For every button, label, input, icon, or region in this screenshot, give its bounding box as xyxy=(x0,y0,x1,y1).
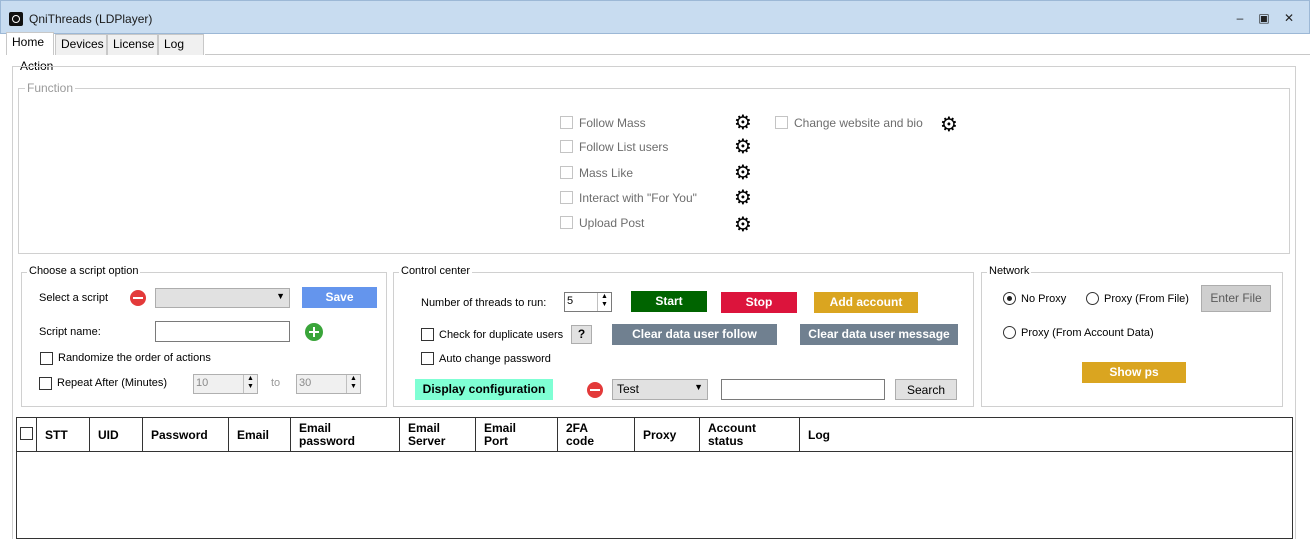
randomize-checkbox[interactable] xyxy=(40,352,53,368)
repeat-after-label: Repeat After (Minutes) xyxy=(57,377,168,389)
table-header: STT UID Password Email Email password Em… xyxy=(17,418,1292,452)
upload-post-settings-gear-icon[interactable]: ⚙ xyxy=(734,215,752,235)
column-header-proxy[interactable]: Proxy xyxy=(635,418,700,452)
to-label: to xyxy=(271,377,281,389)
network-label: Network xyxy=(987,265,1032,277)
script-select[interactable]: ▼ xyxy=(155,288,290,308)
auto-change-password-label: Auto change password xyxy=(439,353,551,365)
chevron-down-icon: ▼ xyxy=(694,382,703,392)
clear-follow-button[interactable]: Clear data user follow xyxy=(612,324,777,345)
proxy-from-account-label: Proxy (From Account Data) xyxy=(1021,327,1154,339)
interact-for-you-settings-gear-icon[interactable]: ⚙ xyxy=(734,188,752,208)
column-header-email-port[interactable]: Email Port xyxy=(476,418,558,452)
repeat-to-value: 30 xyxy=(299,377,312,389)
config-select-value: Test xyxy=(617,382,640,396)
tab-log[interactable]: Log xyxy=(158,34,204,55)
function-group xyxy=(18,88,1290,254)
column-header-2fa-code[interactable]: 2FA code xyxy=(558,418,635,452)
show-ps-button[interactable]: Show ps xyxy=(1082,362,1186,383)
spin-arrows-icon: ▲ ▼ xyxy=(346,375,360,393)
repeat-from-value: 10 xyxy=(196,377,209,389)
column-header-email[interactable]: Email xyxy=(229,418,291,452)
script-name-input[interactable] xyxy=(155,321,290,342)
search-button[interactable]: Search xyxy=(895,379,957,400)
follow-list-users-label: Follow List users xyxy=(579,140,669,154)
change-website-bio-checkbox[interactable] xyxy=(775,116,788,132)
select-script-label: Select a script xyxy=(39,292,109,304)
chevron-down-icon: ▼ xyxy=(276,291,285,301)
repeat-to-stepper[interactable]: 30 ▲ ▼ xyxy=(296,374,361,394)
close-icon[interactable]: ✕ xyxy=(1282,12,1296,26)
column-header-uid[interactable]: UID xyxy=(90,418,143,452)
tab-home[interactable]: Home xyxy=(6,32,54,55)
follow-mass-settings-gear-icon[interactable]: ⚙ xyxy=(734,113,752,133)
threads-label: Number of threads to run: xyxy=(421,297,547,309)
threads-value: 5 xyxy=(567,295,574,307)
clear-message-button[interactable]: Clear data user message xyxy=(800,324,958,345)
select-all-checkbox[interactable] xyxy=(17,418,37,452)
script-name-label: Script name: xyxy=(39,326,101,338)
proxy-from-account-radio[interactable] xyxy=(1003,326,1016,339)
title-bar: QniThreads (LDPlayer) – ▣ ✕ xyxy=(0,0,1310,34)
follow-mass-checkbox[interactable] xyxy=(560,116,573,132)
minimize-icon[interactable]: – xyxy=(1233,12,1247,26)
add-script-icon[interactable] xyxy=(305,323,323,341)
enter-file-button[interactable]: Enter File xyxy=(1201,285,1271,312)
change-website-bio-label: Change website and bio xyxy=(794,116,923,130)
tab-devices[interactable]: Devices xyxy=(55,34,107,55)
remove-config-icon[interactable] xyxy=(587,382,603,398)
interact-for-you-label: Interact with "For You" xyxy=(579,191,697,205)
spin-arrows-icon: ▲ ▼ xyxy=(243,375,257,393)
follow-mass-label: Follow Mass xyxy=(579,116,646,130)
randomize-label: Randomize the order of actions xyxy=(58,352,211,364)
mass-like-label: Mass Like xyxy=(579,166,634,180)
column-header-email-password[interactable]: Email password xyxy=(291,418,400,452)
add-account-button[interactable]: Add account xyxy=(814,292,918,313)
upload-post-checkbox[interactable] xyxy=(560,216,573,232)
maximize-icon[interactable]: ▣ xyxy=(1257,12,1271,26)
help-button[interactable]: ? xyxy=(571,325,592,344)
follow-list-users-checkbox[interactable] xyxy=(560,140,573,156)
accounts-table[interactable]: STT UID Password Email Email password Em… xyxy=(16,417,1293,539)
no-proxy-radio[interactable] xyxy=(1003,292,1016,305)
stop-button[interactable]: Stop xyxy=(721,292,797,313)
search-input[interactable] xyxy=(721,379,885,400)
change-website-bio-settings-gear-icon[interactable]: ⚙ xyxy=(940,115,958,135)
start-button[interactable]: Start xyxy=(631,291,707,312)
save-button[interactable]: Save xyxy=(302,287,377,308)
window-title: QniThreads (LDPlayer) xyxy=(29,12,153,26)
proxy-from-file-label: Proxy (From File) xyxy=(1104,293,1189,305)
spin-arrows-icon: ▲ ▼ xyxy=(597,293,611,311)
control-center-label: Control center xyxy=(399,265,473,277)
proxy-from-file-radio[interactable] xyxy=(1086,292,1099,305)
check-duplicate-checkbox[interactable] xyxy=(421,328,434,344)
auto-change-password-checkbox[interactable] xyxy=(421,352,434,368)
tab-strip-line xyxy=(205,54,1310,55)
threads-stepper[interactable]: 5 ▲ ▼ xyxy=(564,292,612,312)
repeat-after-checkbox[interactable] xyxy=(39,377,52,393)
config-select[interactable]: Test ▼ xyxy=(612,379,708,400)
interact-for-you-checkbox[interactable] xyxy=(560,191,573,207)
check-duplicate-label: Check for duplicate users xyxy=(439,329,564,341)
mass-like-settings-gear-icon[interactable]: ⚙ xyxy=(734,163,752,183)
repeat-from-stepper[interactable]: 10 ▲ ▼ xyxy=(193,374,258,394)
follow-list-users-settings-gear-icon[interactable]: ⚙ xyxy=(734,137,752,157)
column-header-account-status[interactable]: Account status xyxy=(700,418,800,452)
remove-script-icon[interactable] xyxy=(130,290,146,306)
mass-like-checkbox[interactable] xyxy=(560,166,573,182)
no-proxy-label: No Proxy xyxy=(1021,293,1067,305)
upload-post-label: Upload Post xyxy=(579,216,645,230)
function-label: Function xyxy=(25,81,76,95)
column-header-email-server[interactable]: Email Server xyxy=(400,418,476,452)
app-icon xyxy=(9,12,23,26)
tab-license[interactable]: License xyxy=(107,34,158,55)
column-header-password[interactable]: Password xyxy=(143,418,229,452)
display-configuration-button[interactable]: Display configuration xyxy=(415,379,553,400)
script-option-label: Choose a script option xyxy=(27,265,141,277)
column-header-log[interactable]: Log xyxy=(800,418,1292,452)
tab-bar: Home Devices License Log xyxy=(0,32,1310,55)
column-header-stt[interactable]: STT xyxy=(37,418,90,452)
